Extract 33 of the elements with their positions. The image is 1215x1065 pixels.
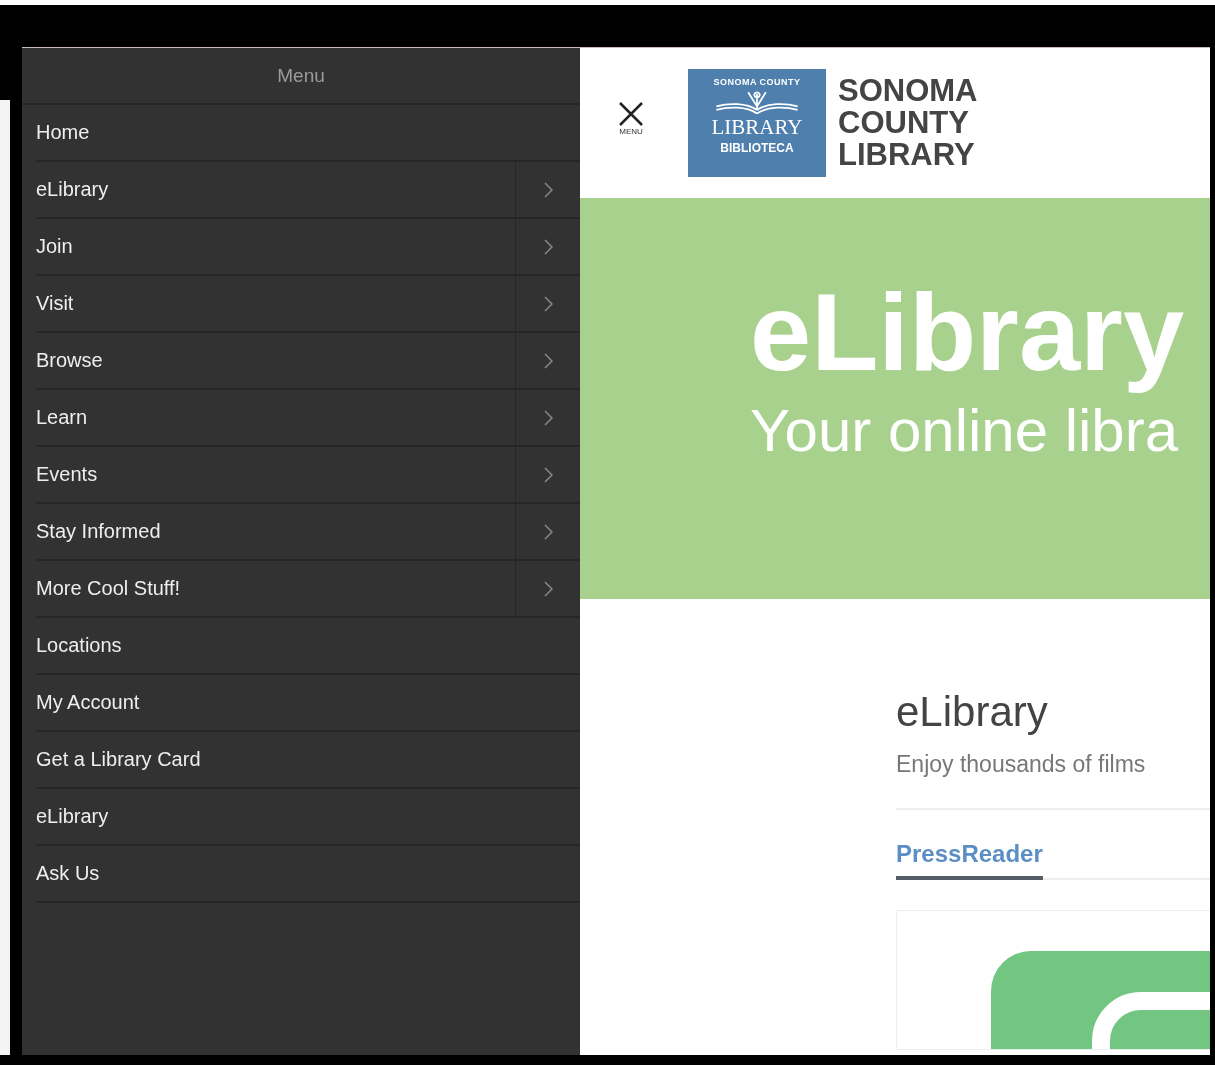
close-icon — [618, 100, 644, 127]
site-name: LIBRARY — [838, 139, 976, 171]
chevron-icon — [543, 466, 553, 483]
chevron-icon — [543, 181, 553, 198]
menu-item[interactable]: Get a Library Card — [36, 732, 580, 787]
section-title: eLibrary — [896, 687, 1049, 737]
menu-item[interactable]: Ask Us — [36, 846, 580, 901]
chevron-icon — [543, 580, 553, 597]
menu-item[interactable]: My Account — [36, 675, 580, 730]
chevron-icon — [543, 523, 553, 540]
site-name: SONOMA — [838, 75, 978, 107]
menu-item[interactable]: eLibrary — [36, 162, 515, 217]
menu-item[interactable]: eLibrary — [36, 789, 580, 844]
menu-item[interactable]: Home — [36, 105, 580, 160]
chevron-icon — [543, 352, 553, 369]
close-menu-button[interactable]: MENU — [618, 100, 644, 136]
library-logo[interactable]: SONOMA COUNTY LIBRARY BIBLIOTECA — [688, 69, 826, 177]
chevron-icon — [543, 409, 553, 426]
site-name: COUNTY — [838, 107, 970, 139]
section-description: Enjoy thousands of films — [896, 751, 1147, 778]
menu-item[interactable]: Learn — [36, 390, 515, 445]
menu-item[interactable]: Stay Informed — [36, 504, 515, 559]
menu-item[interactable]: Browse — [36, 333, 515, 388]
menu-item[interactable]: More Cool Stuff! — [36, 561, 515, 616]
menu-item[interactable]: Events — [36, 447, 515, 502]
chevron-icon — [543, 238, 553, 255]
menu-item[interactable]: Visit — [36, 276, 515, 331]
menu-item[interactable]: Join — [36, 219, 515, 274]
menu-item[interactable]: Locations — [36, 618, 580, 673]
menu-title: Menu — [22, 48, 580, 105]
banner-subtitle: Your online libra — [750, 396, 1180, 466]
chevron-icon — [543, 295, 553, 312]
banner-title: eLibrary — [750, 269, 1186, 395]
